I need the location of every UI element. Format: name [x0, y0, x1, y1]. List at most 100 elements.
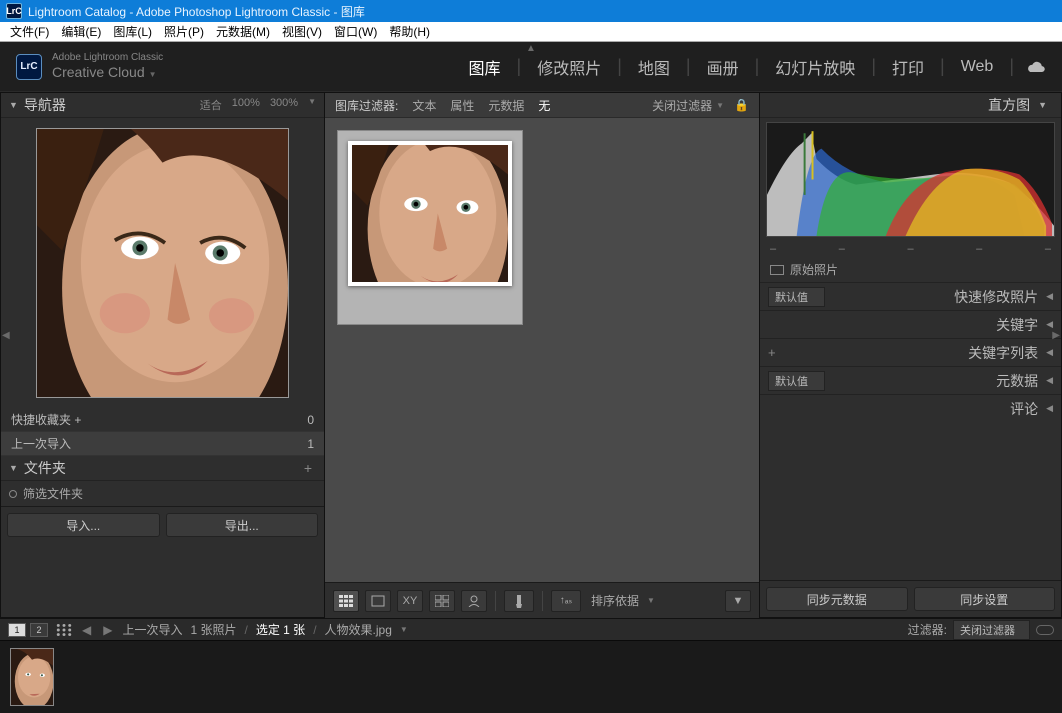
collapse-right-icon[interactable]: ▶ [1052, 330, 1060, 341]
fs-filter-dropdown[interactable]: 关闭过滤器 [953, 620, 1030, 640]
folder-filter-row[interactable]: 筛选文件夹 [1, 481, 324, 506]
chevron-down-icon: ▼ [9, 463, 18, 473]
left-panel: ▼ 导航器 适合 100% 300% ▼ [0, 92, 325, 618]
loupe-view-button[interactable] [365, 590, 391, 612]
histogram[interactable] [766, 122, 1055, 237]
navigator-preview[interactable] [1, 118, 324, 408]
cloud-sync-icon[interactable] [1026, 60, 1046, 74]
menu-edit[interactable]: 编辑(E) [55, 21, 107, 42]
jump-grid-icon[interactable] [56, 623, 72, 637]
lock-icon[interactable]: 🔒 [734, 98, 749, 112]
brand-icon: LrC [16, 54, 42, 80]
module-map[interactable]: 地图 [624, 55, 684, 79]
original-photo-row[interactable]: 原始照片 [760, 257, 1061, 282]
module-slideshow[interactable]: 幻灯片放映 [761, 55, 869, 79]
add-folder-icon[interactable]: + [300, 460, 316, 476]
filter-none[interactable]: 无 [538, 97, 550, 114]
metadata-set-dropdown[interactable]: 默认值 [768, 371, 825, 391]
menu-window[interactable]: 窗口(W) [328, 21, 383, 42]
chevron-left-icon: ◀ [1046, 291, 1053, 302]
filter-attribute[interactable]: 属性 [450, 97, 474, 114]
compare-view-button[interactable]: XY [397, 590, 423, 612]
menu-metadata[interactable]: 元数据(M) [210, 21, 276, 42]
import-button[interactable]: 导入... [7, 513, 160, 537]
fs-folder[interactable]: 上一次导入 [122, 621, 182, 638]
menu-file[interactable]: 文件(F) [4, 21, 55, 42]
collapse-top-icon[interactable]: ▲ [526, 43, 536, 54]
toolbar-menu-icon[interactable]: ▼ [725, 590, 751, 612]
module-library[interactable]: 图库 [454, 55, 514, 79]
sort-direction-button[interactable]: ↑ₐₛ [551, 590, 581, 612]
add-keyword-icon[interactable]: + [768, 345, 776, 360]
fs-filter-label: 过滤器: [908, 621, 947, 638]
menu-view[interactable]: 视图(V) [276, 21, 328, 42]
filter-switch-icon[interactable] [1036, 625, 1054, 635]
chevron-down-icon[interactable]: ▼ [400, 625, 408, 634]
brand-text: Adobe Lightroom Classic Creative Cloud▼ [52, 52, 163, 81]
title-bar: LrC Lightroom Catalog - Adobe Photoshop … [0, 0, 1062, 22]
collapse-left-icon[interactable]: ◀ [2, 330, 10, 341]
module-web[interactable]: Web [947, 58, 1008, 76]
menu-library[interactable]: 图库(L) [107, 21, 158, 42]
screen-indicators: 1 2 [8, 623, 48, 637]
chevron-down-icon[interactable]: ▼ [716, 101, 724, 110]
quick-develop-header[interactable]: 默认值 快速修改照片 ◀ [760, 282, 1061, 310]
navigator-header[interactable]: ▼ 导航器 适合 100% 300% ▼ [1, 93, 324, 118]
previous-import-label: 上一次导入 [11, 435, 71, 452]
zoom-300[interactable]: 300% [270, 97, 298, 113]
module-book[interactable]: 画册 [693, 55, 753, 79]
export-button[interactable]: 导出... [166, 513, 319, 537]
comments-label: 评论 [1010, 399, 1038, 419]
center-toolbar: XY ↑ₐₛ 排序依据 ▼ ▼ [325, 582, 759, 618]
chevron-left-icon: ◀ [1046, 347, 1053, 358]
module-print[interactable]: 打印 [878, 55, 938, 79]
sync-settings-button[interactable]: 同步设置 [914, 587, 1056, 611]
right-panel: 直方图 ▼ ––––– 原始照片 默认值 快速修改照片 ◀ 关键字 [759, 92, 1062, 618]
second-window-button[interactable]: 2 [30, 623, 48, 637]
library-filter-bar: 图库过滤器: 文本 属性 元数据 无 关闭过滤器 ▼ 🔒 [325, 93, 759, 118]
folders-title: 文件夹 [24, 458, 66, 478]
zoom-fit[interactable]: 适合 [200, 97, 222, 113]
keywords-header[interactable]: 关键字 ◀ [760, 310, 1061, 338]
metadata-header[interactable]: 默认值 元数据 ◀ [760, 366, 1061, 394]
main-window-button[interactable]: 1 [8, 623, 26, 637]
folder-filter-label: 筛选文件夹 [23, 485, 83, 502]
grid-view-button[interactable] [333, 590, 359, 612]
sync-metadata-button[interactable]: 同步元数据 [766, 587, 908, 611]
survey-view-button[interactable] [429, 590, 455, 612]
sort-label[interactable]: 排序依据 [591, 592, 639, 609]
quick-collection-row[interactable]: 快捷收藏夹 + 0 [1, 408, 324, 432]
center-area: 图库过滤器: 文本 属性 元数据 无 关闭过滤器 ▼ 🔒 [325, 92, 759, 618]
comments-header[interactable]: 评论 ◀ [760, 394, 1061, 422]
nav-back-icon[interactable]: ◀ [80, 623, 93, 637]
histogram-header[interactable]: 直方图 ▼ [760, 93, 1061, 118]
chevron-left-icon: ◀ [1046, 319, 1053, 330]
filmstrip[interactable] [0, 640, 1062, 713]
chevron-down-icon: ▼ [1038, 100, 1047, 110]
module-develop[interactable]: 修改照片 [523, 55, 615, 79]
filmstrip-thumbnail[interactable] [10, 648, 54, 706]
painter-tool-button[interactable] [504, 590, 534, 612]
nav-forward-icon[interactable]: ▶ [101, 623, 114, 637]
rect-icon [770, 265, 784, 275]
grid-view[interactable] [325, 118, 759, 582]
previous-import-count: 1 [307, 437, 314, 451]
search-icon [9, 490, 17, 498]
zoom-100[interactable]: 100% [232, 97, 260, 113]
app-icon: LrC [6, 3, 22, 19]
close-filter-button[interactable]: 关闭过滤器 [652, 97, 712, 114]
people-view-button[interactable] [461, 590, 487, 612]
zoom-more-icon[interactable]: ▼ [308, 97, 316, 113]
menu-photo[interactable]: 照片(P) [158, 21, 210, 42]
folders-header[interactable]: ▼ 文件夹 + [1, 456, 324, 481]
menu-bar: 文件(F) 编辑(E) 图库(L) 照片(P) 元数据(M) 视图(V) 窗口(… [0, 22, 1062, 42]
menu-help[interactable]: 帮助(H) [383, 21, 436, 42]
filter-text[interactable]: 文本 [412, 97, 436, 114]
previous-import-row[interactable]: 上一次导入 1 [1, 432, 324, 456]
chevron-down-icon[interactable]: ▼ [647, 596, 655, 605]
preset-dropdown[interactable]: 默认值 [768, 287, 825, 307]
filter-metadata[interactable]: 元数据 [488, 97, 524, 114]
photo-thumbnail[interactable] [337, 130, 523, 325]
brand-line1: Adobe Lightroom Classic [52, 52, 163, 64]
keyword-list-header[interactable]: + 关键字列表 ◀ [760, 338, 1061, 366]
